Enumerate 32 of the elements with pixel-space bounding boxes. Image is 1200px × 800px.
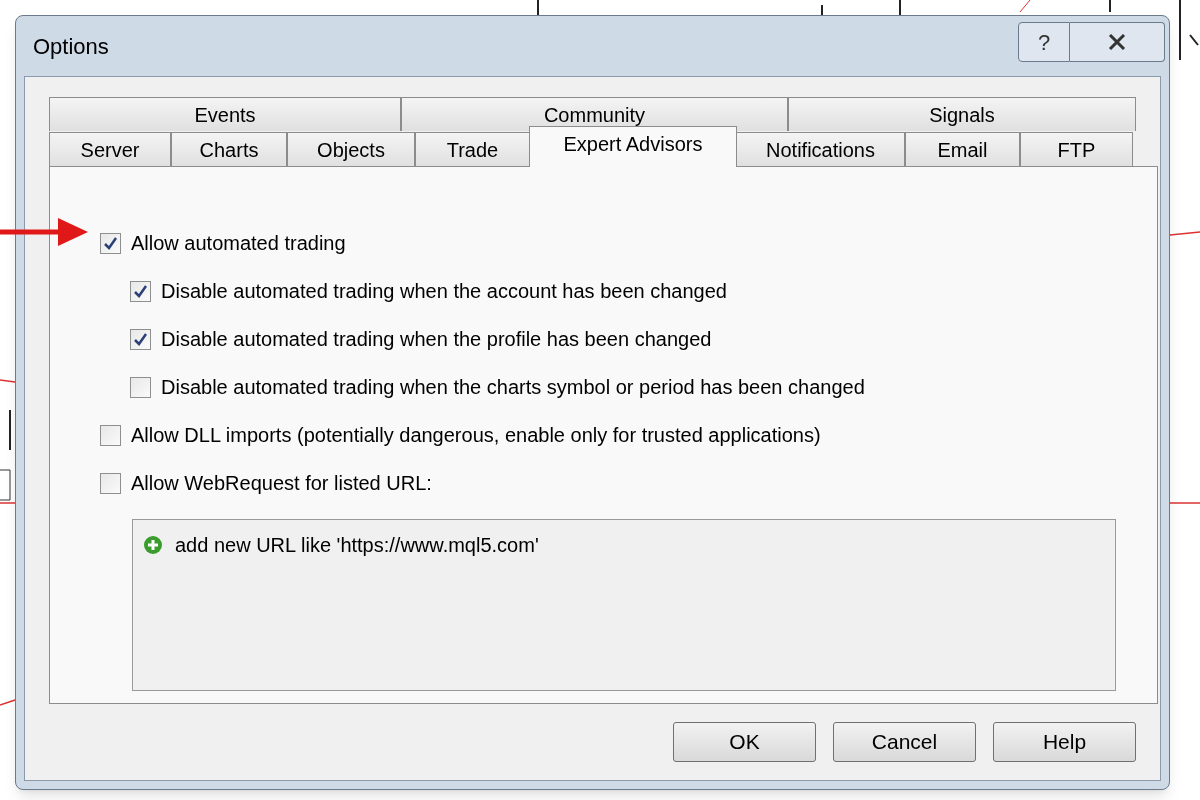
tab[interactable]: Email bbox=[905, 132, 1020, 166]
option-label: Disable automated trading when the profile has been changed bbox=[161, 327, 712, 352]
option-label: Disable automated trading when the charts symbol or period has been changed bbox=[161, 375, 865, 400]
checkbox[interactable] bbox=[100, 424, 121, 446]
tab[interactable]: Signals bbox=[787, 97, 1136, 131]
checkbox[interactable] bbox=[130, 328, 151, 350]
option-label: Allow DLL imports (potentially dangerous, enable only for trusted applications) bbox=[131, 423, 821, 448]
tab[interactable]: Notifications bbox=[736, 132, 905, 166]
tab[interactable]: Charts bbox=[171, 132, 287, 166]
dialog-button[interactable]: Help bbox=[993, 722, 1136, 762]
option-label: Allow WebRequest for listed URL: bbox=[131, 471, 432, 496]
dialog-button[interactable]: OK bbox=[673, 722, 816, 762]
option-label: Disable automated trading when the account has been changed bbox=[161, 279, 727, 304]
help-button[interactable]: ? bbox=[1018, 22, 1070, 62]
close-icon bbox=[1108, 34, 1126, 50]
tab[interactable]: Server bbox=[49, 132, 171, 166]
checkbox[interactable] bbox=[130, 376, 151, 398]
tab[interactable]: Community bbox=[401, 97, 788, 131]
option-label: Allow automated trading bbox=[131, 231, 346, 256]
dialog-button[interactable]: Cancel bbox=[833, 722, 976, 762]
add-icon[interactable] bbox=[143, 535, 163, 555]
add-url-link[interactable]: add new URL like 'https://www.mql5.com' bbox=[175, 530, 539, 560]
checkbox[interactable] bbox=[130, 280, 151, 302]
close-button[interactable] bbox=[1070, 22, 1165, 62]
tab[interactable]: Events bbox=[49, 97, 402, 131]
tab[interactable]: Objects bbox=[287, 132, 415, 166]
checkbox[interactable] bbox=[100, 232, 121, 254]
window-title: Options bbox=[33, 32, 109, 61]
tab[interactable]: Trade bbox=[415, 132, 530, 166]
tab[interactable]: FTP bbox=[1020, 132, 1133, 166]
checkbox[interactable] bbox=[100, 472, 121, 494]
tab[interactable]: Expert Advisors bbox=[529, 126, 737, 167]
